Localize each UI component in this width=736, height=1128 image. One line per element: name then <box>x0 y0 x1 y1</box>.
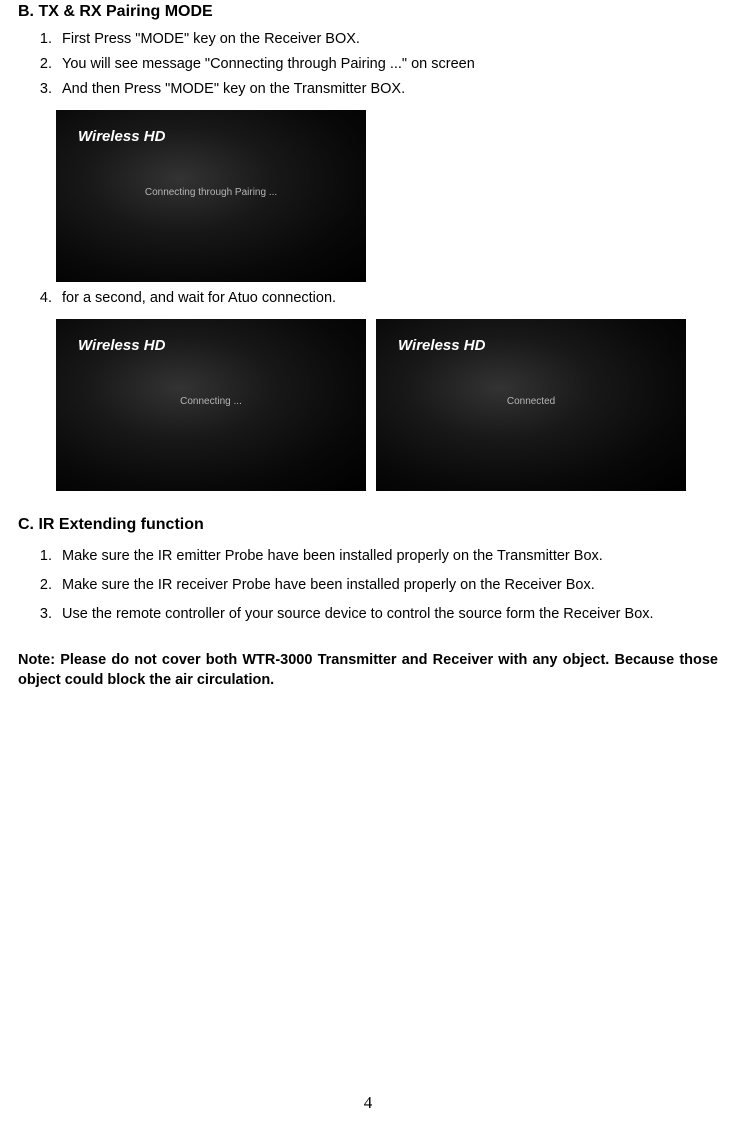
screen-message: Connecting through Pairing ... <box>145 186 277 201</box>
page-number: 4 <box>0 1091 736 1116</box>
device-screen-connecting: Wireless HD Connecting ... <box>56 319 366 491</box>
device-screen-pairing: Wireless HD Connecting through Pairing .… <box>56 110 366 282</box>
list-item: You will see message "Connecting through… <box>56 54 718 75</box>
section-c-list: Make sure the IR emitter Probe have been… <box>18 546 718 625</box>
section-b-heading: B. TX & RX Pairing MODE <box>18 0 718 23</box>
screen-message: Connecting ... <box>180 395 242 410</box>
list-item: Use the remote controller of your source… <box>56 604 718 625</box>
note-text: Note: Please do not cover both WTR-3000 … <box>18 651 718 690</box>
list-item: Make sure the IR emitter Probe have been… <box>56 546 718 567</box>
screen-brand: Wireless HD <box>78 126 165 148</box>
screen-brand: Wireless HD <box>78 335 165 357</box>
list-item: And then Press "MODE" key on the Transmi… <box>56 79 718 100</box>
screen-brand: Wireless HD <box>398 335 485 357</box>
list-item: First Press "MODE" key on the Receiver B… <box>56 29 718 50</box>
screenshot-row-1: Wireless HD Connecting through Pairing .… <box>56 104 718 286</box>
section-b-list-part2: for a second, and wait for Atuo connecti… <box>18 288 718 309</box>
screenshot-row-2: Wireless HD Connecting ... Wireless HD C… <box>56 313 718 495</box>
section-b-list-part1: First Press "MODE" key on the Receiver B… <box>18 29 718 100</box>
list-item: Make sure the IR receiver Probe have bee… <box>56 575 718 596</box>
list-item: for a second, and wait for Atuo connecti… <box>56 288 718 309</box>
device-screen-connected: Wireless HD Connected <box>376 319 686 491</box>
screen-message: Connected <box>507 395 555 410</box>
section-c-heading: C. IR Extending function <box>18 513 718 536</box>
